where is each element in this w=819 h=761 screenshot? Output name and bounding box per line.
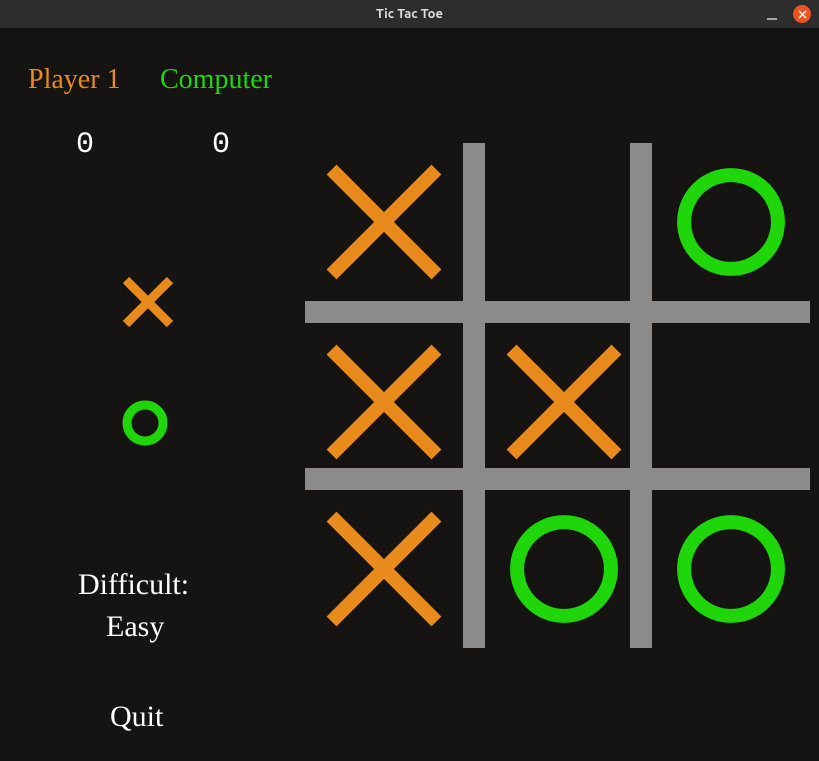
grid-line bbox=[463, 143, 485, 648]
board-cell-2[interactable] bbox=[656, 147, 806, 297]
o-mark-icon bbox=[662, 500, 800, 638]
player1-score: 0 bbox=[76, 128, 94, 162]
grid-line bbox=[305, 301, 810, 323]
player1-label: Player 1 bbox=[28, 64, 121, 96]
x-mark-icon bbox=[315, 500, 453, 638]
board-cell-6[interactable] bbox=[309, 494, 459, 644]
game-board bbox=[305, 143, 810, 648]
o-mark-icon bbox=[495, 500, 633, 638]
minimize-button[interactable] bbox=[765, 7, 779, 21]
x-mark-icon bbox=[315, 333, 453, 471]
board-cell-0[interactable] bbox=[309, 147, 459, 297]
player2-score: 0 bbox=[212, 128, 230, 162]
difficulty-label: Difficult: bbox=[78, 568, 189, 602]
close-button[interactable] bbox=[793, 5, 811, 23]
player2-label: Computer bbox=[160, 64, 272, 96]
quit-button[interactable]: Quit bbox=[110, 700, 163, 734]
board-cell-8[interactable] bbox=[656, 494, 806, 644]
o-mark-icon bbox=[662, 153, 800, 291]
board-cell-3[interactable] bbox=[309, 327, 459, 477]
board-cell-7[interactable] bbox=[489, 494, 639, 644]
x-mark-icon bbox=[315, 153, 453, 291]
window-controls bbox=[765, 5, 811, 23]
board-cell-4[interactable] bbox=[489, 327, 639, 477]
board-cell-5[interactable] bbox=[656, 327, 806, 477]
difficulty-value[interactable]: Easy bbox=[106, 610, 164, 644]
board-cell-1[interactable] bbox=[489, 147, 639, 297]
window-titlebar: Tic Tac Toe bbox=[0, 0, 819, 28]
game-area: Player 1 Computer 0 0 Difficult: Easy Qu… bbox=[0, 28, 819, 761]
x-mark-icon bbox=[495, 333, 633, 471]
window-title: Tic Tac Toe bbox=[376, 7, 443, 21]
player1-mark-icon bbox=[120, 274, 176, 335]
player2-mark-icon bbox=[120, 398, 170, 453]
